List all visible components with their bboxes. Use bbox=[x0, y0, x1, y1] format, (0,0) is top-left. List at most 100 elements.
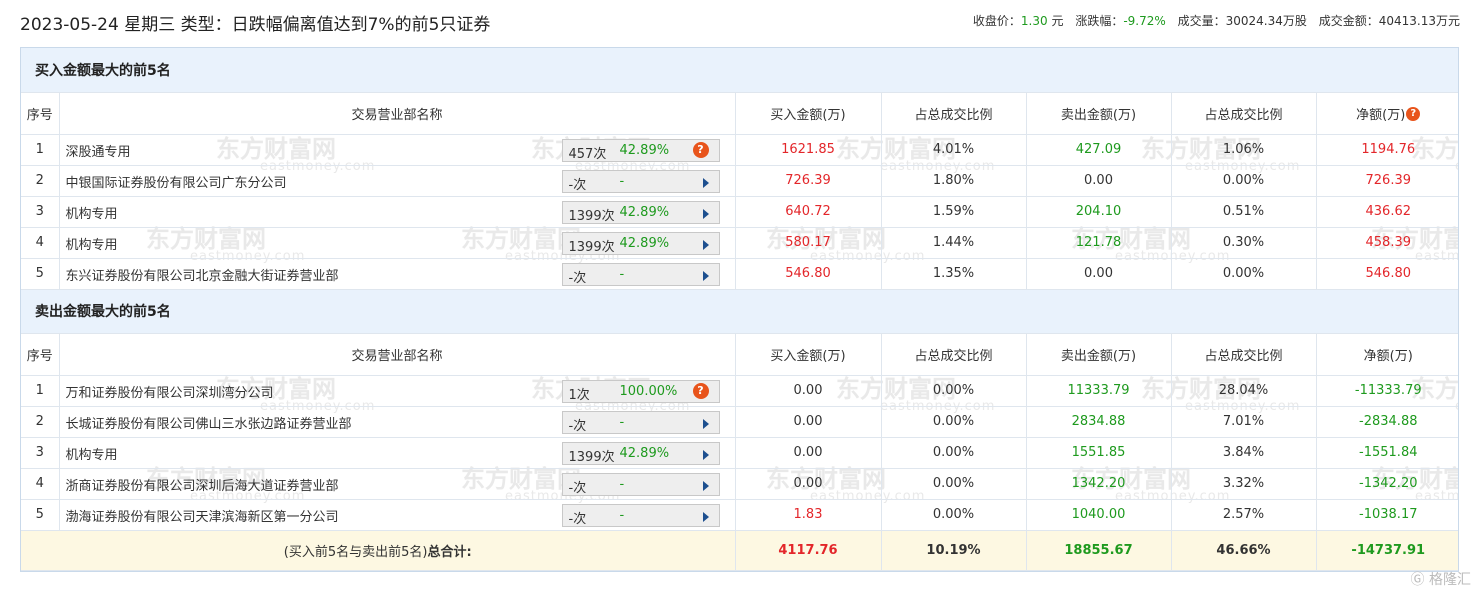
broker-count: -次 bbox=[568, 480, 587, 496]
broker-stats-toggle[interactable]: -次 - bbox=[561, 410, 720, 434]
sell-section-title: 卖出金额最大的前5名 bbox=[21, 289, 1458, 334]
buy-col-header: 净额(万)? bbox=[1316, 92, 1458, 135]
buy-amount: 0.00 bbox=[735, 437, 882, 469]
corner-logo-icon: Ⓖ bbox=[1410, 572, 1425, 588]
table-row: 3 机构专用 1399次 42.89% 0.00 0.00% 1551.85 3.84% -15… bbox=[21, 437, 1458, 469]
total-label-bold: 总合计: bbox=[427, 544, 472, 560]
broker-stats-toggle[interactable]: 1399次 42.89% bbox=[561, 441, 720, 465]
broker-name: 东兴证券股份有限公司北京金融大街证券营业部 bbox=[65, 268, 339, 284]
broker-stats-toggle[interactable]: -次 - bbox=[561, 262, 720, 286]
amount-value: 40413.13万元 bbox=[1378, 14, 1460, 28]
corner-logo: Ⓖ 格隆汇 bbox=[1411, 569, 1471, 589]
broker-name: 渤海证券股份有限公司天津滨海新区第一分公司 bbox=[65, 509, 339, 525]
net-amount: 1194.76 bbox=[1316, 134, 1458, 166]
row-index: 2 bbox=[21, 406, 60, 438]
sell-col-header: 卖出金额(万) bbox=[1026, 333, 1172, 376]
sell-ratio: 0.00% bbox=[1171, 165, 1317, 197]
buy-ratio: 0.00% bbox=[881, 406, 1027, 438]
buy-ratio: 0.00% bbox=[881, 437, 1027, 469]
broker-stats-toggle[interactable]: 1399次 42.89% bbox=[561, 231, 720, 255]
table-row: 3 机构专用 1399次 42.89% 640.72 1.59% 204.10 0.51% 43… bbox=[21, 196, 1458, 228]
table-row: 5 渤海证券股份有限公司天津滨海新区第一分公司 -次 - 1.83 0.00% 1040.0… bbox=[21, 499, 1458, 531]
corner-logo-text: 格隆汇 bbox=[1429, 572, 1471, 588]
broker-stats-toggle[interactable]: 1399次 42.89% bbox=[561, 200, 720, 224]
change-label: 涨跌幅： bbox=[1075, 14, 1124, 28]
sell-ratio: 7.01% bbox=[1171, 406, 1317, 438]
sell-amount: 11333.79 bbox=[1026, 375, 1172, 407]
buy-ratio: 1.80% bbox=[881, 165, 1027, 197]
total-net: -14737.91 bbox=[1316, 530, 1458, 571]
sell-amount: 2834.88 bbox=[1026, 406, 1172, 438]
expand-arrow-icon[interactable] bbox=[702, 480, 709, 491]
net-amount: -11333.79 bbox=[1316, 375, 1458, 407]
sell-amount: 0.00 bbox=[1026, 258, 1172, 290]
total-label-prefix: (买入前5名与卖出前5名) bbox=[283, 544, 428, 560]
buy-ratio: 0.00% bbox=[881, 375, 1027, 407]
buy-col-header: 序号 bbox=[21, 92, 60, 135]
expand-arrow-icon[interactable] bbox=[702, 208, 709, 219]
net-amount: 436.62 bbox=[1316, 196, 1458, 228]
row-index: 5 bbox=[21, 258, 60, 290]
net-help-question-icon[interactable]: ? bbox=[1406, 106, 1421, 121]
expand-arrow-icon[interactable] bbox=[702, 270, 709, 281]
buy-amount: 0.00 bbox=[735, 406, 882, 438]
broker-percent: - bbox=[619, 507, 625, 523]
total-sell: 18855.67 bbox=[1026, 530, 1172, 571]
broker-percent: 42.89% bbox=[619, 235, 670, 251]
sell-amount: 121.78 bbox=[1026, 227, 1172, 259]
broker-cell: 中银国际证券股份有限公司广东分公司 -次 - bbox=[59, 165, 736, 197]
sell-ratio: 0.30% bbox=[1171, 227, 1317, 259]
total-buy-ratio: 10.19% bbox=[881, 530, 1027, 571]
buy-col-header: 占总成交比例 bbox=[881, 92, 1027, 135]
question-icon[interactable]: ? bbox=[692, 141, 709, 158]
table-row: 5 东兴证券股份有限公司北京金融大街证券营业部 -次 -546.80 1.35% 0.00… bbox=[21, 258, 1458, 290]
buy-column-headers: 序号 交易营业部名称 买入金额(万) 占总成交比例 卖出金额(万) 占总成交比例 净额(万)… bbox=[21, 92, 1458, 135]
total-row: (买入前5名与卖出前5名)总合计: 4117.76 10.19% 18855.67 46… bbox=[21, 530, 1458, 571]
net-amount: -1038.17 bbox=[1316, 499, 1458, 531]
sell-amount: 1551.85 bbox=[1026, 437, 1172, 469]
net-amount: -2834.88 bbox=[1316, 406, 1458, 438]
broker-stats-toggle[interactable]: 457次 42.89%? bbox=[561, 138, 720, 162]
net-amount: -1551.84 bbox=[1316, 437, 1458, 469]
row-index: 1 bbox=[21, 375, 60, 407]
broker-stats-toggle[interactable]: 1次 100.00%? bbox=[561, 379, 720, 403]
broker-count: -次 bbox=[568, 418, 587, 434]
broker-name: 中银国际证券股份有限公司广东分公司 bbox=[65, 175, 287, 191]
sell-ratio: 2.57% bbox=[1171, 499, 1317, 531]
buy-col-header: 卖出金额(万) bbox=[1026, 92, 1172, 135]
buy-amount: 546.80 bbox=[735, 258, 882, 290]
broker-stats-toggle[interactable]: -次 - bbox=[561, 169, 720, 193]
expand-arrow-icon[interactable] bbox=[702, 239, 709, 250]
broker-percent: 42.89% bbox=[619, 142, 670, 158]
amount-label: 成交金额： bbox=[1318, 14, 1379, 28]
buy-col-header: 买入金额(万) bbox=[735, 92, 882, 135]
expand-arrow-icon[interactable] bbox=[702, 418, 709, 429]
close-unit: 元 bbox=[1051, 14, 1064, 28]
question-icon[interactable]: ? bbox=[692, 382, 709, 399]
buy-ratio: 1.35% bbox=[881, 258, 1027, 290]
buy-ratio: 4.01% bbox=[881, 134, 1027, 166]
broker-stats-toggle[interactable]: -次 - bbox=[561, 503, 720, 527]
broker-percent: - bbox=[619, 173, 625, 189]
sell-amount: 204.10 bbox=[1026, 196, 1172, 228]
buy-ratio: 1.44% bbox=[881, 227, 1027, 259]
buy-ratio: 0.00% bbox=[881, 468, 1027, 500]
broker-count: 1次 bbox=[568, 387, 590, 403]
broker-percent: 100.00% bbox=[619, 383, 678, 399]
table-row: 4 机构专用 1399次 42.89% 580.17 1.44% 121.78 0.30% 45… bbox=[21, 227, 1458, 259]
broker-count: 1399次 bbox=[568, 449, 615, 465]
broker-stats-toggle[interactable]: -次 - bbox=[561, 472, 720, 496]
broker-cell: 深股通专用 457次 42.89%? bbox=[59, 134, 736, 166]
close-label: 收盘价： bbox=[972, 14, 1021, 28]
broker-name: 机构专用 bbox=[65, 206, 118, 222]
buy-ratio: 1.59% bbox=[881, 196, 1027, 228]
expand-arrow-icon[interactable] bbox=[702, 511, 709, 522]
sell-ratio: 0.00% bbox=[1171, 258, 1317, 290]
buy-section-title-row: 买入金额最大的前5名 bbox=[21, 48, 1458, 93]
row-index: 4 bbox=[21, 468, 60, 500]
row-index: 3 bbox=[21, 196, 60, 228]
broker-cell: 浙商证券股份有限公司深圳后海大道证券营业部 -次 - bbox=[59, 468, 736, 500]
broker-cell: 机构专用 1399次 42.89% bbox=[59, 227, 736, 259]
expand-arrow-icon[interactable] bbox=[702, 177, 709, 188]
expand-arrow-icon[interactable] bbox=[702, 449, 709, 460]
